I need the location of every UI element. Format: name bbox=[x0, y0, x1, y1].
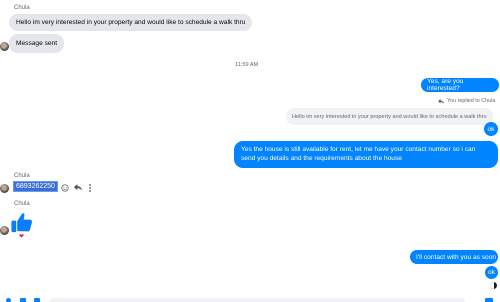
reply-note: You replied to Chula bbox=[438, 98, 495, 104]
like-button-icon[interactable] bbox=[485, 298, 493, 302]
outgoing-message[interactable]: I'll contact with you as soon bbox=[410, 250, 498, 264]
composer-bar bbox=[0, 296, 500, 302]
emoji-icon[interactable] bbox=[60, 183, 69, 192]
outgoing-message[interactable]: ok bbox=[484, 122, 498, 136]
reply-arrow-icon bbox=[438, 98, 444, 104]
reply-note-text: You replied to Chula bbox=[447, 98, 496, 104]
message-input[interactable] bbox=[50, 298, 465, 302]
outgoing-message[interactable]: Yes the house is still available for ren… bbox=[234, 141, 498, 168]
timestamp: 11:59 AM bbox=[235, 62, 259, 68]
sticker-icon[interactable] bbox=[34, 298, 40, 302]
thumbs-up-icon[interactable] bbox=[9, 210, 34, 234]
incoming-message[interactable]: Hello im very interested in your propert… bbox=[9, 14, 253, 31]
outgoing-message[interactable]: Yes, are you interested? bbox=[421, 78, 499, 92]
plus-icon[interactable] bbox=[6, 298, 11, 302]
heart-reaction[interactable]: ❤ bbox=[19, 234, 24, 240]
avatar[interactable] bbox=[0, 42, 9, 51]
outgoing-message[interactable]: ok bbox=[485, 266, 498, 279]
quoted-message[interactable]: Hello im very interested in your propert… bbox=[286, 108, 493, 125]
image-icon[interactable] bbox=[20, 298, 26, 302]
incoming-message[interactable]: Message sent bbox=[9, 34, 65, 53]
more-dots-icon[interactable] bbox=[87, 183, 93, 192]
sender-name: Chula bbox=[14, 173, 30, 179]
sender-name: Chula bbox=[14, 201, 30, 207]
reply-arrow-icon[interactable] bbox=[73, 183, 82, 192]
avatar[interactable] bbox=[0, 226, 9, 235]
seen-indicator-icon bbox=[490, 282, 497, 289]
sender-name: Chula bbox=[14, 5, 30, 11]
phone-number-message[interactable]: 6893262250 bbox=[13, 181, 58, 192]
avatar[interactable] bbox=[0, 184, 9, 193]
